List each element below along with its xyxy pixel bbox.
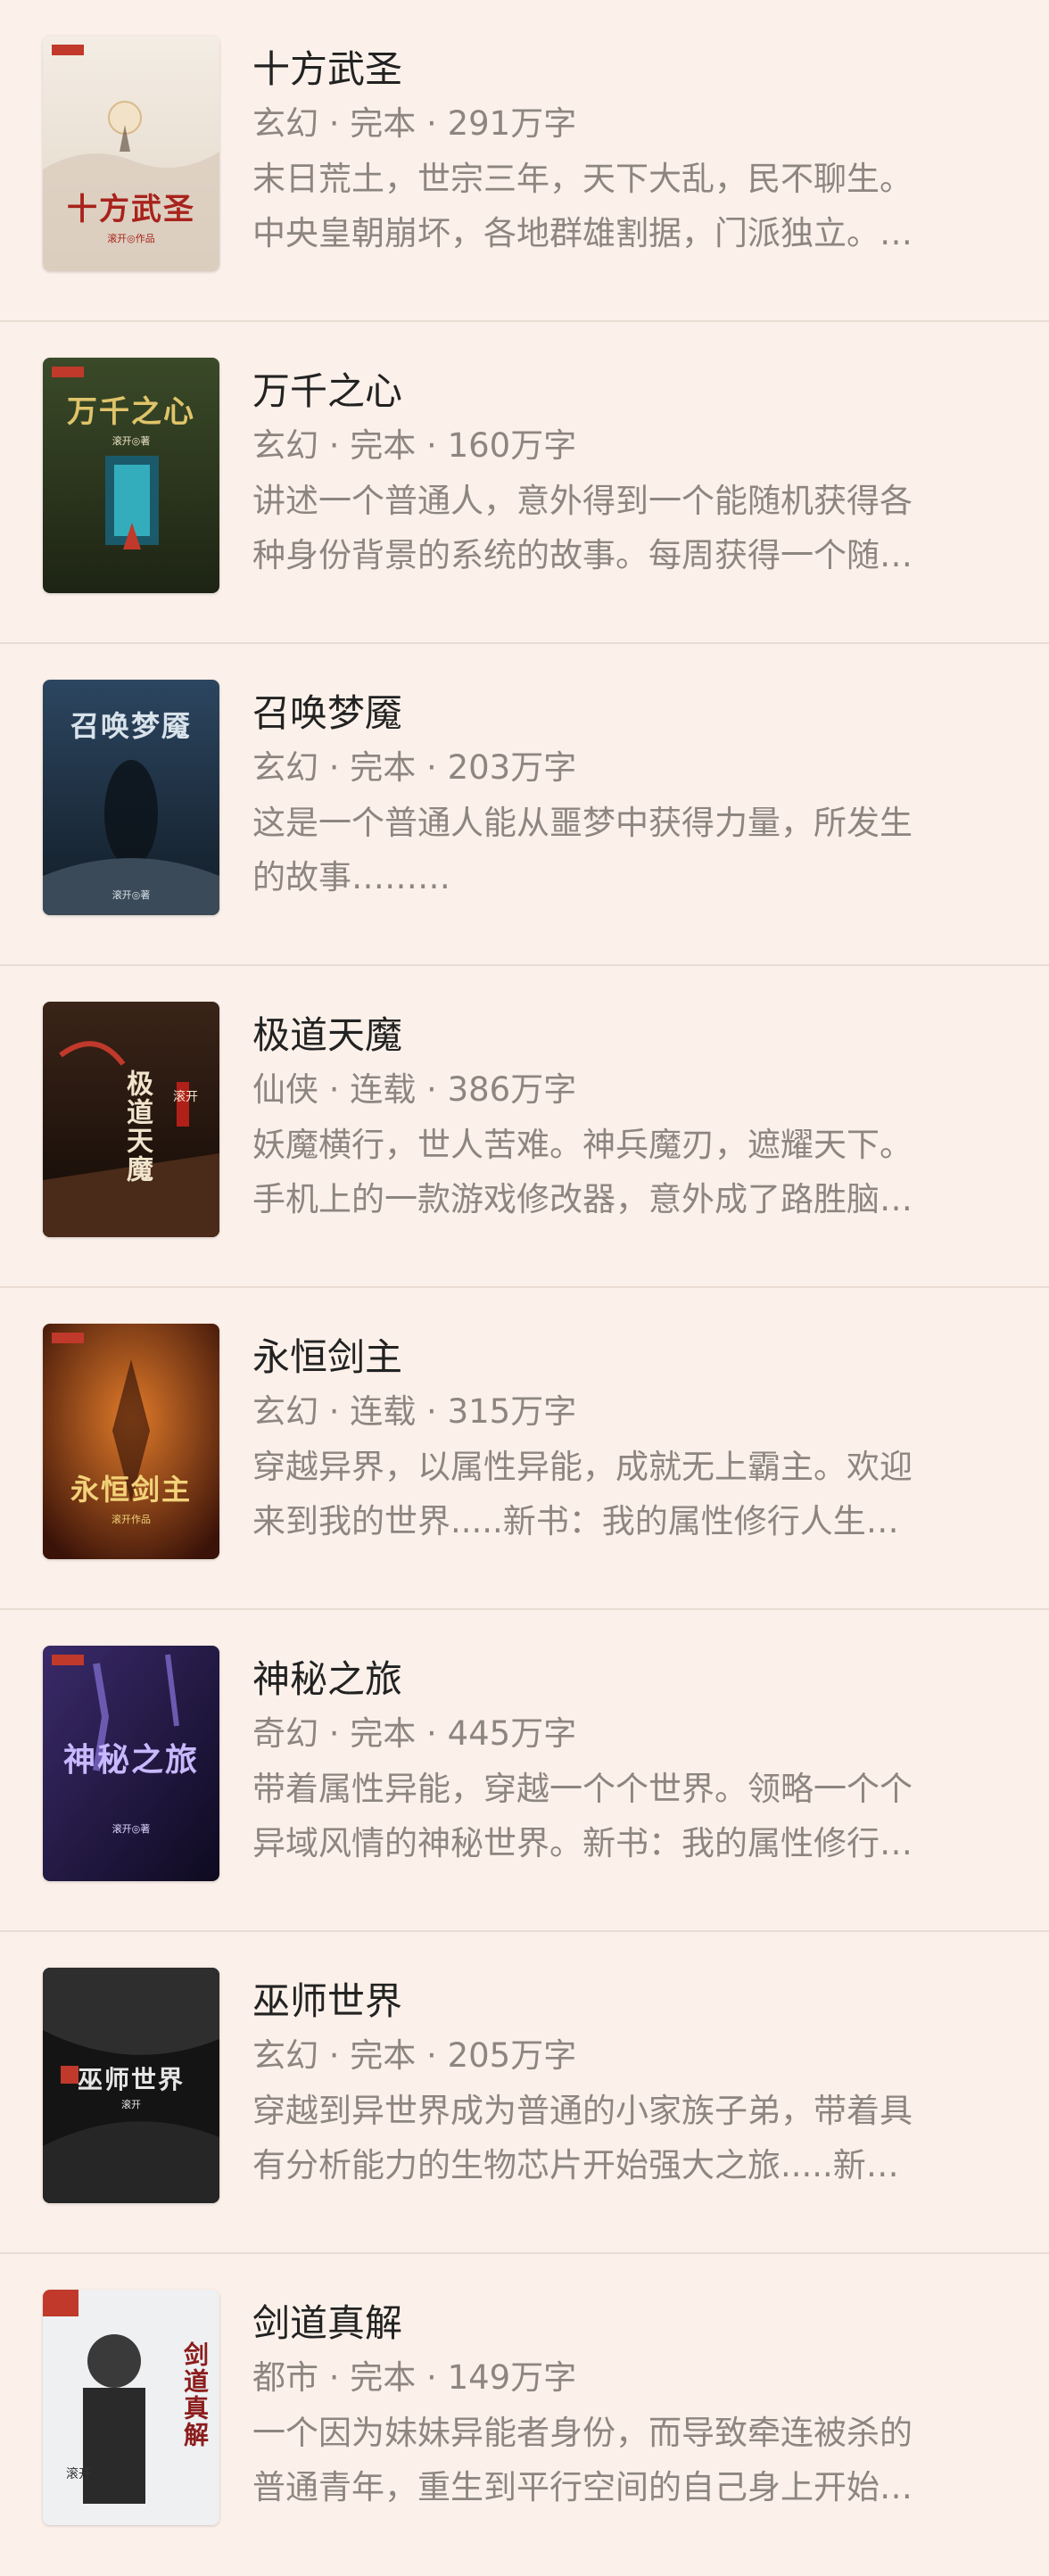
- book-info: 神秘之旅 奇幻 · 完本 · 445万字 带着属性异能，穿越一个个世界。领略一个…: [252, 1653, 1011, 1870]
- book-info: 巫师世界 玄幻 · 完本 · 205万字 穿越到异世界成为普通的小家族子弟，带着…: [252, 1975, 1011, 2192]
- book-list: 十方武圣 滚开◎作品 十方武圣 玄幻 · 完本 · 291万字 末日荒土，世宗三…: [0, 0, 1049, 2570]
- book-title[interactable]: 万千之心: [252, 365, 1011, 418]
- cover-art: [43, 358, 219, 593]
- book-title[interactable]: 永恒剑主: [252, 1331, 1011, 1384]
- book-info: 剑道真解 都市 · 完本 · 149万字 一个因为妹妹异能者身份，而导致牵连被杀…: [252, 2297, 1011, 2514]
- cover-title-text: 召唤梦魇: [70, 709, 192, 743]
- cover-author-text: 滚开◎著: [112, 435, 151, 447]
- description-line: 的故事………: [252, 858, 450, 896]
- book-info: 万千之心 玄幻 · 完本 · 160万字 讲述一个普通人，意外得到一个能随机获得…: [252, 365, 1011, 582]
- cover-author-text: 滚开: [66, 2467, 91, 2481]
- book-cover[interactable]: 十方武圣 滚开◎作品: [43, 36, 219, 271]
- book-description: 穿越到异世界成为普通的小家族子弟，带着具 有分析能力的生物芯片开始强大之旅...…: [252, 2084, 1011, 2192]
- book-item[interactable]: 神秘之旅 滚开◎著 神秘之旅 奇幻 · 完本 · 445万字 带着属性异能，穿越…: [0, 1610, 1049, 1932]
- cover-title-text: 神秘之旅: [62, 1741, 199, 1779]
- book-cover[interactable]: 召唤梦魇 滚开◎著: [43, 680, 219, 915]
- book-meta: 玄幻 · 完本 · 160万字: [252, 426, 577, 465]
- cover-author-text: 滚开◎著: [112, 889, 151, 901]
- book-meta: 玄幻 · 连载 · 315万字: [252, 1392, 577, 1431]
- cover-author-text: 滚开◎作品: [107, 233, 155, 244]
- book-cover[interactable]: 万千之心 滚开◎著: [43, 358, 219, 593]
- cover-title-text: 十方武圣: [67, 192, 195, 227]
- book-item[interactable]: 十方武圣 滚开◎作品 十方武圣 玄幻 · 完本 · 291万字 末日荒土，世宗三…: [0, 0, 1049, 322]
- book-item[interactable]: 万千之心 滚开◎著 万千之心 玄幻 · 完本 · 160万字 讲述一个普通人，意…: [0, 322, 1049, 644]
- description-line: 种身份背景的系统的故事。每周获得一个随…: [252, 536, 913, 574]
- cover-title-text: 剑道真解: [180, 2341, 210, 2448]
- book-meta: 都市 · 完本 · 149万字: [252, 2358, 577, 2397]
- cover-author-text: 滚开: [173, 1090, 198, 1104]
- book-description: 这是一个普通人能从噩梦中获得力量，所发生 的故事………: [252, 796, 1011, 904]
- book-info: 十方武圣 玄幻 · 完本 · 291万字 末日荒土，世宗三年，天下大乱，民不聊生…: [252, 43, 1011, 260]
- book-meta: 玄幻 · 完本 · 205万字: [252, 2036, 577, 2075]
- book-title[interactable]: 十方武圣: [252, 43, 1011, 96]
- cover-title-text: 极道天魔: [121, 1069, 153, 1184]
- description-line: 有分析能力的生物芯片开始强大之旅.....新…: [252, 2146, 899, 2184]
- cover-title-text: 巫师世界: [77, 2065, 185, 2094]
- book-title[interactable]: 剑道真解: [252, 2297, 1011, 2350]
- book-description: 一个因为妹妹异能者身份，而导致牵连被杀的 普通青年，重生到平行空间的自己身上开始…: [252, 2406, 1011, 2514]
- book-title[interactable]: 召唤梦魇: [252, 687, 1011, 740]
- book-info: 永恒剑主 玄幻 · 连载 · 315万字 穿越异界，以属性异能，成就无上霸主。欢…: [252, 1331, 1011, 1548]
- cover-author-text: 滚开◎著: [112, 1823, 151, 1835]
- description-line: 这是一个普通人能从噩梦中获得力量，所发生: [252, 804, 913, 842]
- book-meta: 玄幻 · 完本 · 203万字: [252, 748, 577, 787]
- book-item[interactable]: 巫师世界 滚开 巫师世界 玄幻 · 完本 · 205万字 穿越到异世界成为普通的…: [0, 1932, 1049, 2254]
- cover-author-text: 滚开: [121, 2099, 141, 2110]
- book-item[interactable]: 永恒剑主 滚开作品 永恒剑主 玄幻 · 连载 · 315万字 穿越异界，以属性异…: [0, 1288, 1049, 1610]
- description-line: 带着属性异能，穿越一个个世界。领略一个个: [252, 1770, 913, 1808]
- description-line: 妖魔横行，世人苦难。神兵魔刃，遮耀天下。: [252, 1126, 913, 1164]
- description-line: 普通青年，重生到平行空间的自己身上开始…: [252, 2468, 913, 2506]
- description-line: 异域风情的神秘世界。新书：我的属性修行…: [252, 1824, 913, 1862]
- book-info: 召唤梦魇 玄幻 · 完本 · 203万字 这是一个普通人能从噩梦中获得力量，所发…: [252, 687, 1011, 904]
- cover-title-text: 永恒剑主: [70, 1473, 192, 1507]
- book-item[interactable]: 剑道真解 滚开 剑道真解 都市 · 完本 · 149万字 一个因为妹妹异能者身份…: [0, 2254, 1049, 2576]
- book-cover[interactable]: 剑道真解 滚开: [43, 2290, 219, 2525]
- book-meta: 玄幻 · 完本 · 291万字: [252, 104, 577, 143]
- book-cover[interactable]: 神秘之旅 滚开◎著: [43, 1646, 219, 1881]
- description-line: 一个因为妹妹异能者身份，而导致牵连被杀的: [252, 2414, 913, 2452]
- book-description: 讲述一个普通人，意外得到一个能随机获得各 种身份背景的系统的故事。每周获得一个随…: [252, 474, 1011, 582]
- book-info: 极道天魔 仙侠 · 连载 · 386万字 妖魔横行，世人苦难。神兵魔刃，遮耀天下…: [252, 1009, 1011, 1226]
- description-line: 中央皇朝崩坏，各地群雄割据，门派独立。…: [252, 214, 913, 252]
- book-description: 妖魔横行，世人苦难。神兵魔刃，遮耀天下。 手机上的一款游戏修改器，意外成了路胜脑…: [252, 1118, 1011, 1226]
- description-line: 穿越异界，以属性异能，成就无上霸主。欢迎: [252, 1448, 913, 1486]
- book-title[interactable]: 神秘之旅: [252, 1653, 1011, 1706]
- book-item[interactable]: 召唤梦魇 滚开◎著 召唤梦魇 玄幻 · 完本 · 203万字 这是一个普通人能从…: [0, 644, 1049, 966]
- book-description: 带着属性异能，穿越一个个世界。领略一个个 异域风情的神秘世界。新书：我的属性修行…: [252, 1762, 1011, 1870]
- book-cover[interactable]: 永恒剑主 滚开作品: [43, 1324, 219, 1559]
- book-description: 穿越异界，以属性异能，成就无上霸主。欢迎 来到我的世界.....新书：我的属性修…: [252, 1440, 1011, 1548]
- cover-title-text: 万千之心: [67, 394, 195, 430]
- cover-author-text: 滚开作品: [112, 1514, 151, 1525]
- book-meta: 仙侠 · 连载 · 386万字: [252, 1070, 577, 1109]
- book-title[interactable]: 巫师世界: [252, 1975, 1011, 2028]
- description-line: 手机上的一款游戏修改器，意外成了路胜脑…: [252, 1180, 913, 1218]
- book-title[interactable]: 极道天魔: [252, 1009, 1011, 1062]
- description-line: 讲述一个普通人，意外得到一个能随机获得各: [252, 482, 913, 520]
- description-line: 穿越到异世界成为普通的小家族子弟，带着具: [252, 2092, 913, 2130]
- book-meta: 奇幻 · 完本 · 445万字: [252, 1714, 577, 1753]
- book-description: 末日荒土，世宗三年，天下大乱，民不聊生。 中央皇朝崩坏，各地群雄割据，门派独立。…: [252, 152, 1011, 260]
- description-line: 末日荒土，世宗三年，天下大乱，民不聊生。: [252, 160, 913, 198]
- book-item[interactable]: 极道天魔 滚开 极道天魔 仙侠 · 连载 · 386万字 妖魔横行，世人苦难。神…: [0, 966, 1049, 1288]
- description-line: 来到我的世界.....新书：我的属性修行人生…: [252, 1502, 899, 1540]
- book-cover[interactable]: 巫师世界 滚开: [43, 1968, 219, 2203]
- book-cover[interactable]: 极道天魔 滚开: [43, 1002, 219, 1237]
